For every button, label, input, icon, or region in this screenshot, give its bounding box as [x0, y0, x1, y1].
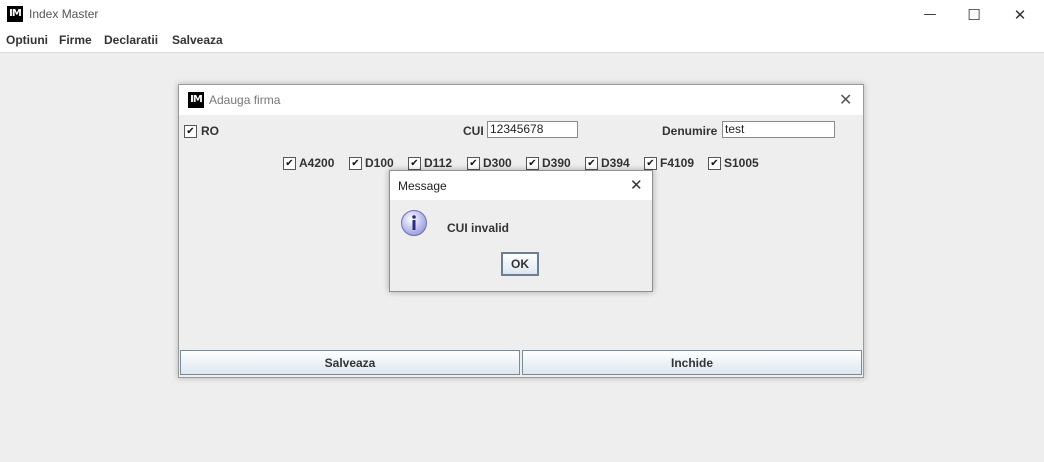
dialog-logo-icon: IM — [188, 92, 204, 108]
checkbox-d390[interactable]: ✔ — [526, 157, 539, 170]
window-title: Index Master — [29, 7, 99, 21]
menu-optiuni[interactable]: Optiuni — [6, 33, 48, 47]
ro-checkbox[interactable]: ✔ — [184, 125, 197, 138]
cui-input[interactable]: 12345678 — [487, 121, 578, 138]
checkbox-f4109[interactable]: ✔ — [644, 157, 657, 170]
checkbox-d394[interactable]: ✔ — [585, 157, 598, 170]
checkbox-d112-label: D112 — [424, 156, 453, 170]
checkbox-a4200[interactable]: ✔ — [283, 157, 296, 170]
checkbox-d390-label: D390 — [542, 156, 571, 170]
message-titlebar: Message ✕ — [390, 171, 652, 200]
ok-button[interactable]: OK — [501, 252, 539, 276]
checkbox-d112[interactable]: ✔ — [408, 157, 421, 170]
message-close-icon[interactable]: ✕ — [630, 176, 643, 194]
checkbox-d100-label: D100 — [365, 156, 394, 170]
checkbox-d300-label: D300 — [483, 156, 512, 170]
window-titlebar: IM Index Master — ☐ ✕ — [0, 0, 1044, 29]
close-window-button[interactable]: ✕ — [997, 0, 1043, 29]
info-icon — [400, 209, 428, 237]
close-button[interactable]: Inchide — [522, 350, 862, 375]
menu-firme[interactable]: Firme — [59, 33, 92, 47]
menu-salveaza[interactable]: Salveaza — [172, 33, 223, 47]
checkbox-d300[interactable]: ✔ — [467, 157, 480, 170]
message-title: Message — [398, 179, 447, 193]
dialog-title: Adauga firma — [209, 93, 281, 107]
menu-declaratii[interactable]: Declaratii — [104, 33, 158, 47]
cui-label: CUI — [463, 124, 484, 138]
checkbox-f4109-label: F4109 — [660, 156, 695, 170]
app-logo-icon: IM — [7, 6, 23, 22]
dialog-close-icon[interactable]: ✕ — [839, 90, 852, 109]
checkbox-s1005[interactable]: ✔ — [708, 157, 721, 170]
message-text: CUI invalid — [447, 221, 510, 235]
dialog-titlebar: IM Adauga firma ✕ — [179, 85, 863, 115]
message-dialog: Message ✕ CUI invalid OK — [389, 170, 653, 292]
save-button[interactable]: Salveaza — [180, 350, 520, 375]
checkbox-s1005-label: S1005 — [724, 156, 759, 170]
denumire-input[interactable]: test — [722, 121, 835, 138]
minimize-button[interactable]: — — [907, 0, 953, 29]
denumire-label: Denumire — [662, 124, 718, 138]
checkbox-d100[interactable]: ✔ — [349, 157, 362, 170]
ro-checkbox-label: RO — [201, 124, 219, 138]
checkbox-a4200-label: A4200 — [299, 156, 335, 170]
maximize-button[interactable]: ☐ — [951, 0, 997, 29]
checkbox-d394-label: D394 — [601, 156, 630, 170]
menu-bar: Optiuni Firme Declaratii Salveaza — [0, 29, 1044, 53]
